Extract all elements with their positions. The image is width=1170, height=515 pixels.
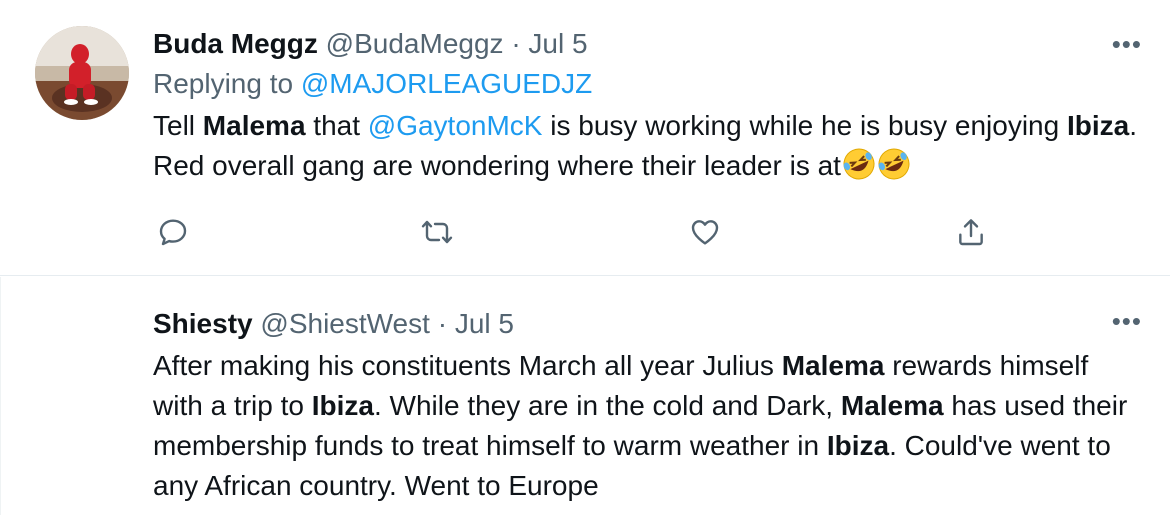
share-icon xyxy=(959,219,983,246)
tweet-content: Shiesty @ShiestWest · Jul 5 After making… xyxy=(153,306,1140,506)
display-name[interactable]: Buda Meggz xyxy=(153,28,318,59)
reply-button[interactable] xyxy=(153,212,193,252)
replying-to-link[interactable]: @MAJORLEAGUEDJZ xyxy=(301,68,592,99)
divider xyxy=(0,277,1,515)
share-button[interactable] xyxy=(951,212,991,252)
text-segment: Tell xyxy=(153,110,203,141)
avatar[interactable] xyxy=(35,26,129,120)
display-name[interactable]: Shiesty xyxy=(153,308,253,339)
avatar-image xyxy=(35,26,129,120)
highlighted-term: Malema xyxy=(202,110,306,141)
tweet-text: After making his constituents March all … xyxy=(153,346,1140,506)
tweet-actions xyxy=(153,212,1003,252)
text-segment: After making his constituents March all … xyxy=(153,350,782,381)
highlighted-term: Ibiza xyxy=(311,390,374,421)
separator: · xyxy=(437,308,448,339)
tweet-2[interactable]: Shiesty @ShiestWest · Jul 5 After making… xyxy=(0,277,1170,515)
tweet-date[interactable]: Jul 5 xyxy=(455,308,514,339)
more-options-button[interactable]: ••• xyxy=(1112,31,1142,57)
tweet-1[interactable]: Buda Meggz @BudaMeggz · Jul 5 Replying t… xyxy=(0,0,1170,276)
text-segment: that xyxy=(305,110,368,141)
avatar[interactable] xyxy=(35,312,129,406)
like-icon xyxy=(691,220,719,245)
replying-to: Replying to @MAJORLEAGUEDJZ xyxy=(153,66,1140,102)
retweet-button[interactable] xyxy=(417,212,457,252)
tweet-header: Buda Meggz @BudaMeggz · Jul 5 xyxy=(153,26,1140,62)
reply-icon xyxy=(159,219,187,246)
highlighted-term: Malema xyxy=(781,350,885,381)
text-segment: is busy working while he is busy enjoyin… xyxy=(542,110,1067,141)
tweet-date[interactable]: Jul 5 xyxy=(528,28,587,59)
more-options-button[interactable]: ••• xyxy=(1112,308,1142,334)
mention-link[interactable]: @GaytonMcK xyxy=(368,110,543,141)
like-button[interactable] xyxy=(685,212,725,252)
handle[interactable]: @BudaMeggz xyxy=(326,28,504,59)
separator: · xyxy=(511,28,521,59)
tweet-content: Buda Meggz @BudaMeggz · Jul 5 Replying t… xyxy=(153,26,1140,186)
text-segment: . While they are in the cold and Dark, xyxy=(373,390,841,421)
tweet-header: Shiesty @ShiestWest · Jul 5 xyxy=(153,306,1140,342)
highlighted-term: Malema xyxy=(840,390,944,421)
rolling-on-floor-laughing-emoji xyxy=(842,147,876,181)
highlighted-term: Ibiza xyxy=(826,430,890,461)
replying-prefix: Replying to xyxy=(153,68,294,99)
handle[interactable]: @ShiestWest xyxy=(260,308,430,339)
highlighted-term: Ibiza xyxy=(1066,110,1130,141)
tweet-text: Tell Malema that @GaytonMcK is busy work… xyxy=(153,106,1140,186)
retweet-icon xyxy=(421,220,453,244)
rolling-on-floor-laughing-emoji xyxy=(877,147,911,181)
